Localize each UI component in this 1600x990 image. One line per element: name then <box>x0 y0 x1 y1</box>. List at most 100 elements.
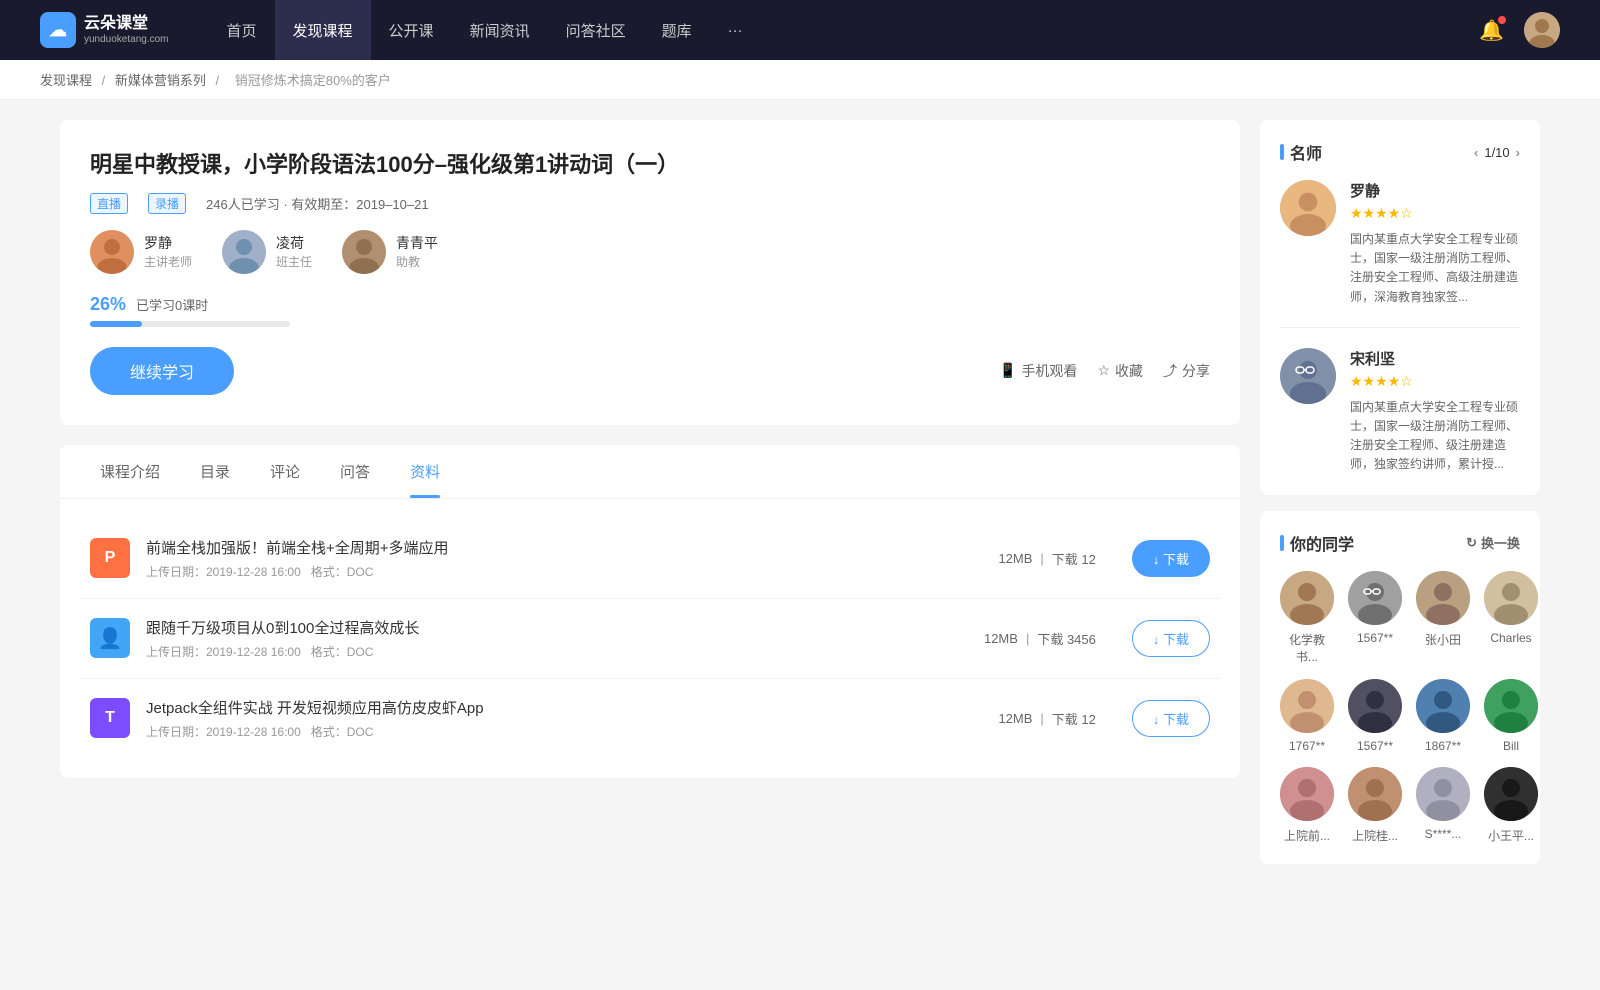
tab-qa[interactable]: 问答 <box>320 445 390 498</box>
main-layout: 明星中教授课，小学阶段语法100分–强化级第1讲动词（一） 直播 录播 246人… <box>20 100 1580 900</box>
breadcrumb-link-series[interactable]: 新媒体营销系列 <box>115 73 206 88</box>
teacher-1-role: 主讲老师 <box>144 253 192 270</box>
resource-meta-2: 上传日期：2019-12-28 16:00 格式：DOC <box>146 643 968 660</box>
classmate-5[interactable]: 1767** <box>1280 679 1334 753</box>
refresh-classmates-btn[interactable]: ↻ 换一换 <box>1466 533 1520 552</box>
navbar: ☁ 云朵课堂 yunduoketang.com 首页 发现课程 公开课 新闻资讯… <box>0 0 1600 60</box>
continue-button[interactable]: 继续学习 <box>90 347 234 395</box>
resource-item-2: 👤 跟随千万级项目从0到100全过程高效成长 上传日期：2019-12-28 1… <box>80 599 1220 679</box>
tab-resources[interactable]: 资料 <box>390 445 460 498</box>
classmate-2[interactable]: 1567** <box>1348 571 1402 665</box>
teachers-next-btn[interactable]: › <box>1516 145 1520 160</box>
teachers-label: 名师 <box>1280 140 1322 164</box>
notification-bell[interactable]: 🔔 <box>1479 18 1504 43</box>
resource-stats-1: 12MB | 下载 12 <box>998 549 1095 568</box>
nav-items: 首页 发现课程 公开课 新闻资讯 问答社区 题库 ··· <box>209 0 1480 60</box>
breadcrumb: 发现课程 / 新媒体营销系列 / 销冠修炼术搞定80%的客户 <box>0 60 1600 100</box>
classmate-6-avatar <box>1348 679 1402 733</box>
progress-section: 26% 已学习0课时 <box>90 294 1210 327</box>
classmate-3-name: 张小田 <box>1425 631 1461 648</box>
teacher-3-info: 青青平 助教 <box>396 233 438 270</box>
resource-meta-1: 上传日期：2019-12-28 16:00 格式：DOC <box>146 563 982 580</box>
tab-catalog[interactable]: 目录 <box>180 445 250 498</box>
teachers-sidebar-card: 名师 ‹ 1/10 › 罗静 <box>1260 120 1540 495</box>
nav-item-open[interactable]: 公开课 <box>371 0 452 60</box>
classmate-7[interactable]: 1867** <box>1416 679 1470 753</box>
tag-record: 录播 <box>148 193 186 214</box>
tag-live: 直播 <box>90 193 128 214</box>
user-avatar[interactable] <box>1524 12 1560 48</box>
resource-name-3: Jetpack全组件实战 开发短视频应用高仿皮皮虾App <box>146 697 982 718</box>
teacher-3: 青青平 助教 <box>342 230 438 274</box>
sidebar-teacher-1-stars: ★★★★☆ <box>1350 205 1520 222</box>
classmate-1-name: 化学教书... <box>1280 631 1334 665</box>
teacher-3-role: 助教 <box>396 253 438 270</box>
share-icon: ⤴ <box>1163 361 1177 381</box>
resource-info-1: 前端全栈加强版！前端全栈+全周期+多端应用 上传日期：2019-12-28 16… <box>146 537 982 580</box>
classmate-1[interactable]: 化学教书... <box>1280 571 1334 665</box>
breadcrumb-sep-1: / <box>102 73 109 88</box>
logo-text: 云朵课堂 yunduoketang.com <box>84 14 169 45</box>
classmate-8[interactable]: Bill <box>1484 679 1538 753</box>
action-mobile[interactable]: 📱 手机观看 <box>999 361 1077 381</box>
teacher-2-role: 班主任 <box>276 253 312 270</box>
sidebar-teacher-2-desc: 国内某重点大学安全工程专业硕士，国家一级注册消防工程师、注册安全工程师、级注册建… <box>1350 398 1520 475</box>
teacher-1-avatar <box>90 230 134 274</box>
download-button-2[interactable]: ↓ 下载 <box>1132 620 1210 657</box>
nav-item-more[interactable]: ··· <box>710 0 761 60</box>
download-button-1[interactable]: ↓ 下载 <box>1132 540 1210 577</box>
classmates-label: 你的同学 <box>1280 531 1354 555</box>
teacher-3-name: 青青平 <box>396 233 438 253</box>
classmate-9[interactable]: 上院前... <box>1280 767 1334 844</box>
resource-icon-1: P <box>90 538 130 578</box>
logo[interactable]: ☁ 云朵课堂 yunduoketang.com <box>40 12 169 48</box>
teacher-2-avatar <box>222 230 266 274</box>
classmate-4-avatar <box>1484 571 1538 625</box>
sidebar-teacher-2-info: 宋利坚 ★★★★☆ 国内某重点大学安全工程专业硕士，国家一级注册消防工程师、注册… <box>1350 348 1520 475</box>
teacher-2: 凌荷 班主任 <box>222 230 312 274</box>
classmate-6[interactable]: 1567** <box>1348 679 1402 753</box>
sidebar-teacher-2: 宋利坚 ★★★★☆ 国内某重点大学安全工程专业硕士，国家一级注册消防工程师、注册… <box>1280 348 1520 475</box>
nav-item-discover[interactable]: 发现课程 <box>275 0 371 60</box>
classmate-2-avatar <box>1348 571 1402 625</box>
classmate-10-avatar <box>1348 767 1402 821</box>
nav-item-quiz[interactable]: 题库 <box>644 0 710 60</box>
nav-item-home[interactable]: 首页 <box>209 0 275 60</box>
tab-intro[interactable]: 课程介绍 <box>80 445 180 498</box>
classmate-10-name: 上院桂... <box>1352 827 1398 844</box>
resource-stats-3: 12MB | 下载 12 <box>998 709 1095 728</box>
breadcrumb-sep-2: / <box>216 73 223 88</box>
download-button-3[interactable]: ↓ 下载 <box>1132 700 1210 737</box>
action-share[interactable]: ⤴ 分享 <box>1163 361 1210 381</box>
classmate-9-name: 上院前... <box>1284 827 1330 844</box>
resource-name-2: 跟随千万级项目从0到100全过程高效成长 <box>146 617 968 638</box>
classmate-6-name: 1567** <box>1357 739 1393 753</box>
sidebar-teacher-1-avatar <box>1280 180 1336 236</box>
classmate-7-name: 1867** <box>1425 739 1461 753</box>
sidebar-teacher-2-avatar <box>1280 348 1336 404</box>
teacher-1-name: 罗静 <box>144 233 192 253</box>
breadcrumb-link-discover[interactable]: 发现课程 <box>40 73 92 88</box>
progress-label: 26% 已学习0课时 <box>90 294 1210 315</box>
resource-stats-2: 12MB | 下载 3456 <box>984 629 1096 648</box>
action-favorite[interactable]: ☆ 收藏 <box>1097 361 1143 381</box>
classmate-7-avatar <box>1416 679 1470 733</box>
classmate-4[interactable]: Charles <box>1484 571 1538 665</box>
teacher-2-info: 凌荷 班主任 <box>276 233 312 270</box>
tabs-nav: 课程介绍 目录 评论 问答 资料 <box>60 445 1240 499</box>
classmate-12[interactable]: 小王平... <box>1484 767 1538 844</box>
tab-reviews[interactable]: 评论 <box>250 445 320 498</box>
mobile-icon: 📱 <box>999 362 1016 379</box>
nav-item-news[interactable]: 新闻资讯 <box>452 0 548 60</box>
classmate-10[interactable]: 上院桂... <box>1348 767 1402 844</box>
breadcrumb-current: 销冠修炼术搞定80%的客户 <box>235 73 391 88</box>
sidebar-teacher-2-name: 宋利坚 <box>1350 348 1520 369</box>
classmate-11[interactable]: S****... <box>1416 767 1470 844</box>
nav-item-qa[interactable]: 问答社区 <box>548 0 644 60</box>
classmate-5-name: 1767** <box>1289 739 1325 753</box>
classmate-3[interactable]: 张小田 <box>1416 571 1470 665</box>
classmate-12-avatar <box>1484 767 1538 821</box>
progress-bar-fill <box>90 321 142 327</box>
teachers-prev-btn[interactable]: ‹ <box>1474 145 1478 160</box>
classmate-11-name: S****... <box>1425 827 1462 841</box>
